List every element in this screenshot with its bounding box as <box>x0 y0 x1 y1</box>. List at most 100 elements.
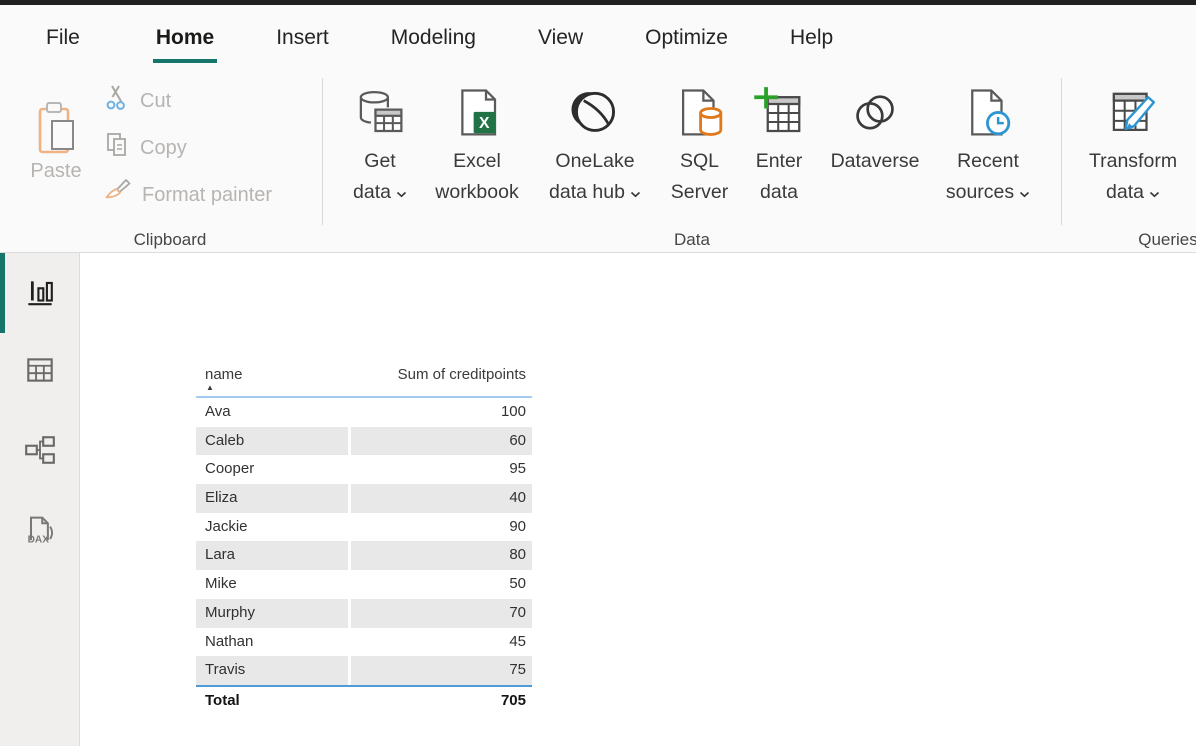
tab-view-label: View <box>537 25 584 49</box>
table-total-row: Total 705 <box>196 684 532 714</box>
copy-icon <box>104 131 130 165</box>
cell-value: 90 <box>509 517 526 535</box>
tab-file[interactable]: File <box>46 26 80 50</box>
paste-button[interactable]: Paste <box>10 78 102 183</box>
copy-button[interactable]: Copy <box>104 131 187 165</box>
table-row[interactable]: Caleb 60 <box>196 426 532 456</box>
scissors-icon <box>104 84 130 118</box>
sidebar-item-data-view[interactable] <box>0 333 80 411</box>
table-row[interactable]: Ava 100 <box>196 398 532 427</box>
chevron-down-icon <box>630 191 641 197</box>
cell-name: Lara <box>196 541 348 571</box>
cut-label: Cut <box>140 89 172 112</box>
cell-value: 100 <box>500 403 526 420</box>
ribbon-tab-bar: File Home Insert Modeling View Optimize … <box>0 5 1196 70</box>
transform-data-button[interactable]: Transform data <box>1085 80 1181 208</box>
table-header-row: name ▲ Sum of creditpoints <box>196 361 532 398</box>
get-data-label-1: Get <box>364 150 396 172</box>
enter-data-button[interactable]: Enter data <box>749 80 809 208</box>
table-row[interactable]: Travis 75 <box>196 656 532 685</box>
dataverse-button[interactable]: Dataverse <box>825 80 925 208</box>
sql-server-button[interactable]: SQL Server <box>667 80 732 208</box>
cell-value: 45 <box>509 632 526 650</box>
get-data-label-2: data <box>353 177 407 208</box>
sort-ascending-icon: ▲ <box>206 383 214 392</box>
transform-data-icon <box>1106 80 1160 146</box>
chevron-down-icon <box>396 191 407 197</box>
data-view-icon <box>23 353 57 392</box>
tab-optimize-label: Optimize <box>645 25 728 49</box>
excel-workbook-label-2: workbook <box>435 181 519 203</box>
onelake-label-1: OneLake <box>555 150 635 172</box>
view-switcher-sidebar: DAX <box>0 253 80 746</box>
svg-text:DAX: DAX <box>28 534 50 545</box>
cell-value: 75 <box>351 656 532 685</box>
cell-name: Caleb <box>196 426 348 456</box>
tab-help-label: Help <box>789 25 834 49</box>
onelake-data-hub-button[interactable]: OneLake data hub <box>537 80 653 208</box>
format-painter-button[interactable]: Format painter <box>104 178 272 212</box>
sql-server-label-2: Server <box>670 181 729 203</box>
tab-view[interactable]: View <box>538 26 583 50</box>
report-canvas[interactable]: name ▲ Sum of creditpoints Ava 100 Caleb… <box>80 253 1196 746</box>
group-divider <box>322 78 323 225</box>
recent-sources-label-1: Recent <box>957 150 1019 172</box>
excel-workbook-button[interactable]: X Excel workbook <box>427 80 527 208</box>
tab-modeling[interactable]: Modeling <box>391 26 476 50</box>
format-painter-icon <box>104 178 132 212</box>
tab-home-label: Home <box>155 25 215 49</box>
cell-value: 95 <box>509 460 526 478</box>
table-row[interactable]: Lara 80 <box>196 541 532 571</box>
transform-data-label-1: Transform <box>1088 150 1178 172</box>
report-view-icon <box>23 275 57 314</box>
get-data-icon <box>353 80 407 146</box>
table-row[interactable]: Mike 50 <box>196 570 532 599</box>
tab-home[interactable]: Home <box>152 25 218 63</box>
chevron-down-icon <box>1020 191 1030 197</box>
tab-file-label: File <box>46 25 80 49</box>
total-value: 705 <box>500 691 526 709</box>
enter-data-icon <box>752 80 806 146</box>
format-painter-label: Format painter <box>142 183 273 206</box>
cell-value: 50 <box>509 575 526 593</box>
cell-value: 40 <box>351 484 532 513</box>
group-divider <box>1061 78 1062 225</box>
cell-name: Travis <box>196 656 348 685</box>
sidebar-item-report-view[interactable] <box>0 255 80 333</box>
total-label: Total <box>205 691 240 709</box>
sql-server-icon <box>673 80 727 146</box>
tab-insert-label: Insert <box>276 25 329 49</box>
cell-name: Cooper <box>205 460 255 478</box>
transform-data-label-2: data <box>1106 177 1160 208</box>
table-row[interactable]: Nathan 45 <box>196 628 532 657</box>
sidebar-item-model-view[interactable] <box>0 413 80 491</box>
tab-modeling-label: Modeling <box>390 25 476 49</box>
tab-insert[interactable]: Insert <box>276 26 329 50</box>
column-header-sum-of-creditpoints[interactable]: Sum of creditpoints <box>348 361 532 396</box>
table-visual[interactable]: name ▲ Sum of creditpoints Ava 100 Caleb… <box>196 361 532 714</box>
table-row[interactable]: Eliza 40 <box>196 484 532 513</box>
tab-help[interactable]: Help <box>790 26 833 50</box>
column-header-name[interactable]: name ▲ <box>196 361 348 396</box>
recent-sources-button[interactable]: Recent sources <box>946 80 1030 208</box>
cell-name: Mike <box>205 575 237 593</box>
powerbi-window: File Home Insert Modeling View Optimize … <box>0 0 1196 746</box>
recent-sources-icon <box>961 80 1015 146</box>
dataverse-label: Dataverse <box>830 150 920 172</box>
data-group-label: Data <box>674 230 710 249</box>
table-row[interactable]: Murphy 70 <box>196 598 532 628</box>
enter-data-label-1: Enter <box>755 150 803 172</box>
cell-name: Ava <box>205 403 231 420</box>
enter-data-label-2: data <box>760 181 798 203</box>
cut-button[interactable]: Cut <box>104 84 171 118</box>
sql-server-label-1: SQL <box>679 150 720 172</box>
table-row[interactable]: Cooper 95 <box>196 455 532 484</box>
table-row[interactable]: Jackie 90 <box>196 513 532 542</box>
cell-value: 70 <box>351 598 532 628</box>
dataverse-icon <box>848 80 902 146</box>
sidebar-item-dax-query-view[interactable]: DAX <box>0 493 80 571</box>
tab-optimize[interactable]: Optimize <box>645 26 728 50</box>
get-data-button[interactable]: Get data <box>345 80 415 208</box>
cell-name: Nathan <box>205 632 254 650</box>
paste-icon <box>33 78 79 160</box>
